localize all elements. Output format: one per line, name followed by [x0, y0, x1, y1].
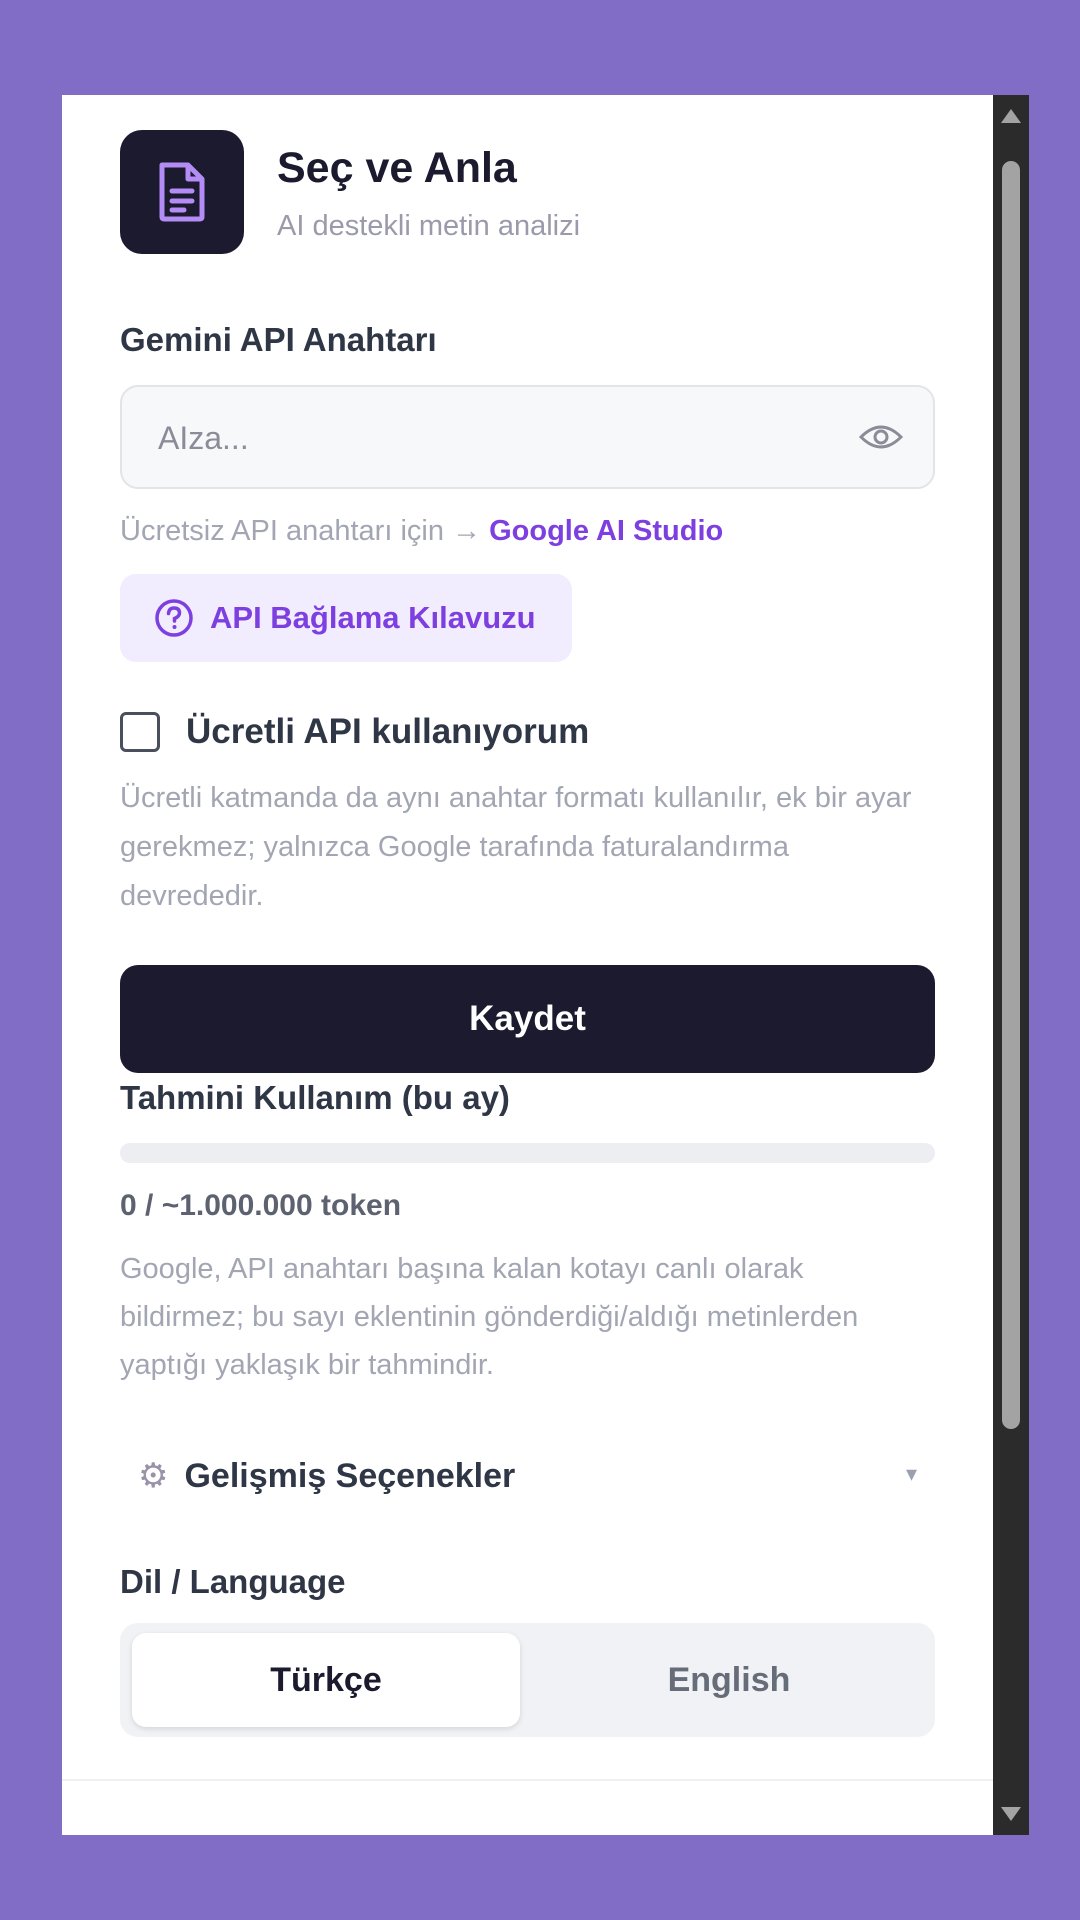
language-label: Dil / Language: [120, 1563, 346, 1600]
paid-api-label[interactable]: Ücretli API kullanıyorum: [186, 712, 589, 752]
language-option-english[interactable]: English: [535, 1633, 923, 1727]
settings-content: Seç ve Anla AI destekli metin analizi Ge…: [120, 130, 935, 1737]
question-circle-icon: [154, 598, 194, 638]
settings-panel: Seç ve Anla AI destekli metin analizi Ge…: [62, 95, 993, 1835]
google-ai-studio-link[interactable]: Google AI Studio: [489, 515, 723, 547]
gear-icon: ⚙: [138, 1457, 169, 1495]
eye-icon[interactable]: [859, 417, 903, 457]
usage-note: Google, API anahtarı başına kalan kotayı…: [120, 1253, 859, 1381]
usage-progress-bar: [120, 1143, 935, 1163]
panel-footer: [62, 1779, 993, 1835]
usage-count: 0 / ~1.000.000 token: [120, 1189, 402, 1222]
api-guide-button[interactable]: API Bağlama Kılavuzu: [120, 574, 572, 662]
paid-api-checkbox[interactable]: [120, 712, 160, 752]
api-key-hint: Ücretsiz API anahtarı için → Google AI S…: [120, 515, 935, 548]
api-key-hint-text: Ücretsiz API anahtarı için →: [120, 515, 482, 547]
scrollbar-thumb[interactable]: [1002, 161, 1020, 1429]
save-button[interactable]: Kaydet: [120, 965, 935, 1073]
scrollbar[interactable]: [993, 95, 1029, 1835]
api-guide-label: API Bağlama Kılavuzu: [210, 600, 536, 635]
app-title: Seç ve Anla: [277, 144, 517, 192]
advanced-options-toggle[interactable]: ⚙ Gelişmiş Seçenekler ▾: [120, 1451, 935, 1501]
api-key-field: [120, 385, 935, 489]
scroll-up-arrow-icon[interactable]: [1001, 109, 1021, 123]
app-subtitle: AI destekli metin analizi: [277, 210, 581, 242]
api-key-label: Gemini API Anahtarı: [120, 321, 437, 358]
paid-api-row: Ücretli API kullanıyorum: [120, 712, 935, 752]
advanced-options-label: Gelişmiş Seçenekler: [184, 1456, 516, 1495]
language-option-turkish[interactable]: Türkçe: [132, 1633, 520, 1727]
api-key-input[interactable]: [156, 387, 820, 489]
language-selector: Türkçe English: [120, 1623, 935, 1737]
scroll-down-arrow-icon[interactable]: [1001, 1807, 1021, 1821]
chevron-down-icon: ▾: [905, 1461, 917, 1486]
header: Seç ve Anla AI destekli metin analizi: [120, 130, 935, 254]
app-logo: [120, 130, 244, 254]
document-icon: [159, 162, 205, 222]
paid-api-description: Ücretli katmanda da aynı anahtar formatı…: [120, 782, 912, 912]
usage-title: Tahmini Kullanım (bu ay): [120, 1079, 510, 1116]
